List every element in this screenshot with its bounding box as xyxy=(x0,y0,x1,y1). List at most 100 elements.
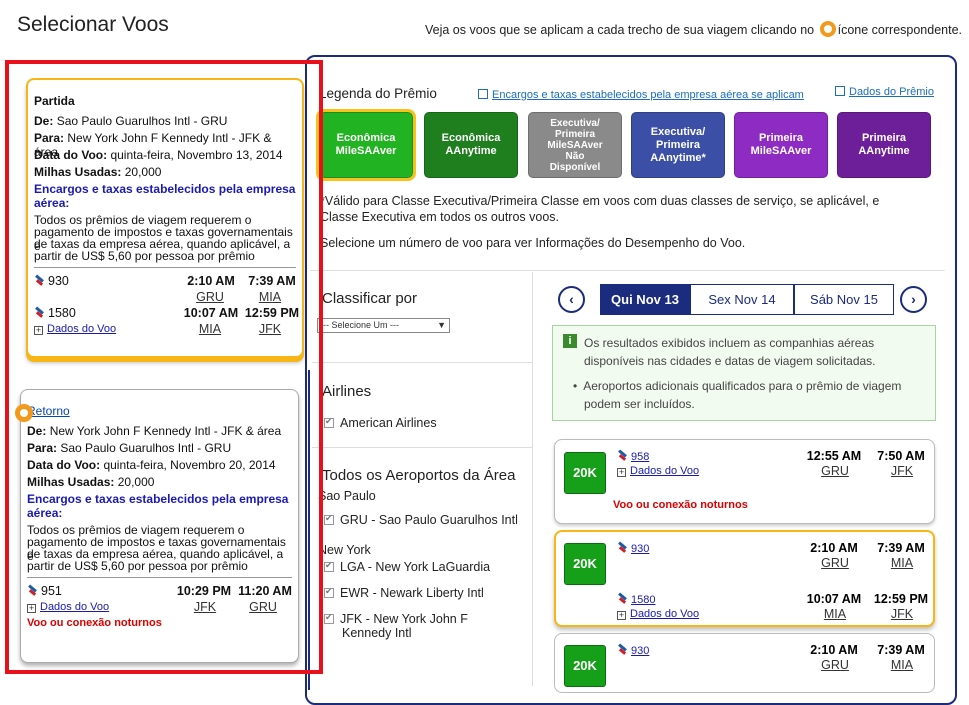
checkbox-icon[interactable] xyxy=(324,612,334,624)
retorno-data-label: Data do Voo: xyxy=(27,458,101,472)
airport-code-link[interactable]: MIA xyxy=(880,556,924,570)
airport-code-link[interactable]: GRU xyxy=(813,658,857,672)
award-economica-aanytime[interactable]: Econômica AAnytime xyxy=(424,112,518,178)
retorno-milhas-value: 20,000 xyxy=(117,475,155,489)
arrival-time: 7:50 AM xyxy=(877,449,925,463)
airport-code-link[interactable]: GRU xyxy=(243,600,283,614)
airport-code-link[interactable]: MIA xyxy=(250,290,290,304)
tab-day-nov13[interactable]: Qui Nov 13 xyxy=(600,284,690,315)
airport-code-link[interactable]: MIA xyxy=(813,607,857,621)
encargos-link[interactable]: Encargos e taxas estabelecidos pela empr… xyxy=(478,89,804,101)
airport-code-link[interactable]: MIA xyxy=(188,322,232,336)
partida-data-label: Data do Voo: xyxy=(34,148,108,162)
panel-divider xyxy=(308,370,310,690)
award-primeira-aanytime[interactable]: Primeira AAnytime xyxy=(837,112,931,178)
miles-select-button[interactable]: 20K xyxy=(564,543,606,585)
airline-filter-american[interactable]: American Airlines xyxy=(324,416,437,430)
divider xyxy=(27,577,292,578)
airport-code-link[interactable]: GRU xyxy=(813,556,857,570)
airport-code-link[interactable]: MIA xyxy=(880,658,924,672)
result-card[interactable]: 20K 930 2:10 AM 7:39 AM GRU MIA xyxy=(554,633,935,693)
flight-info-note: Selecione um número de voo para ver Info… xyxy=(320,236,746,250)
retorno-premios-4: partir de US$ 5,60 por pessoa por prêmio xyxy=(27,559,248,573)
partida-milhas-label: Milhas Usadas: xyxy=(34,165,122,179)
divider xyxy=(312,447,532,448)
refresh-icon[interactable] xyxy=(15,404,33,422)
flight-details-link[interactable]: Dados do Voo xyxy=(40,601,109,613)
flight-951[interactable]: 951 xyxy=(27,584,62,598)
page-hint: Veja os voos que se aplicam a cada trech… xyxy=(425,21,962,37)
departure-time: 10:07 AM xyxy=(183,306,239,320)
overnight-warning: Voo ou conexão noturnos xyxy=(613,499,748,511)
miles-select-button[interactable]: 20K xyxy=(564,645,606,687)
checkbox-icon[interactable] xyxy=(324,513,334,525)
retorno-card[interactable]: Retorno De: New York John F Kennedy Intl… xyxy=(15,389,299,663)
divider xyxy=(34,267,296,268)
checkbox-icon[interactable] xyxy=(324,416,334,428)
arrival-time: 7:39 AM xyxy=(248,274,296,288)
flight-1580[interactable]: 1580 xyxy=(34,306,76,320)
checkbox-icon[interactable] xyxy=(324,586,334,598)
flight-link[interactable]: 930 xyxy=(617,542,649,555)
flight-link[interactable]: 1580 xyxy=(617,593,655,606)
award-economica-milesaaver[interactable]: Econômica MileSAAver xyxy=(316,109,416,181)
flight-details[interactable]: + Dados do Voo xyxy=(617,465,699,477)
award-primeira-milesaaver[interactable]: Primeira MileSAAver xyxy=(734,112,828,178)
external-link-icon xyxy=(835,86,845,96)
flight-details[interactable]: + Dados do Voo xyxy=(617,608,699,620)
city-new-york: New York xyxy=(318,543,371,557)
dados-premio-link[interactable]: Dados do Prêmio xyxy=(835,86,934,98)
sort-select[interactable]: --- Selecione Um --- ▼ xyxy=(317,318,450,333)
departure-time: 2:10 AM xyxy=(810,541,858,555)
chevron-down-icon: ▼ xyxy=(437,320,446,330)
partida-encargos: Encargos e taxas estabelecidos pela empr… xyxy=(34,182,296,210)
partida-data-value: quinta-feira, Novembro 13, 2014 xyxy=(110,148,283,162)
airports-title: Todos os Aeroportos da Área xyxy=(322,467,516,484)
flight-details-link[interactable]: Dados do Voo xyxy=(47,323,116,335)
airport-filter-jfk[interactable]: JFK - New York John F xyxy=(324,612,468,626)
flight-930[interactable]: 930 xyxy=(34,274,69,288)
miles-select-button[interactable]: 20K xyxy=(564,452,606,494)
next-day-button[interactable]: › xyxy=(900,286,927,313)
partida-de-value: Sao Paulo Guarulhos Intl - GRU xyxy=(56,114,228,128)
airport-filter-lga[interactable]: LGA - New York LaGuardia xyxy=(324,560,490,574)
tab-day-nov15[interactable]: Sáb Nov 15 xyxy=(794,284,894,315)
hint-text-after: ícone correspondente. xyxy=(837,23,963,37)
result-card-selected[interactable]: 20K 930 2:10 AM 7:39 AM GRU MIA 1580 + Da… xyxy=(554,530,935,627)
retorno-para-label: Para: xyxy=(27,441,58,455)
bullet-icon: • xyxy=(573,379,578,393)
airport-code-link[interactable]: JFK xyxy=(880,464,924,478)
partida-heading: Partida xyxy=(34,94,75,108)
retorno-encargos: Encargos e taxas estabelecidos pela empr… xyxy=(27,492,289,520)
arrival-time: 12:59 PM xyxy=(244,306,300,320)
airport-code-link[interactable]: JFK xyxy=(880,607,924,621)
airport-filter-gru[interactable]: GRU - Sao Paulo Guarulhos Intl xyxy=(324,513,518,527)
expand-icon[interactable]: + xyxy=(617,611,626,620)
hint-text-before: Veja os voos que se aplicam a cada trech… xyxy=(425,23,815,37)
airport-code-link[interactable]: GRU xyxy=(188,290,232,304)
prev-day-button[interactable]: ‹ xyxy=(558,286,585,313)
retorno-heading-link[interactable]: Retorno xyxy=(27,404,70,418)
airport-code-link[interactable]: JFK xyxy=(183,600,227,614)
expand-icon[interactable]: + xyxy=(34,326,43,335)
divider xyxy=(310,270,945,271)
flight-link[interactable]: 930 xyxy=(617,644,649,657)
award-note-line-1: *Válido para Classe Executiva/Primeira C… xyxy=(320,194,880,208)
checkbox-icon[interactable] xyxy=(324,560,334,572)
airport-code-link[interactable]: JFK xyxy=(250,322,290,336)
result-card[interactable]: 20K 958 + Dados do Voo 12:55 AM 7:50 AM G… xyxy=(554,439,935,524)
expand-icon[interactable]: + xyxy=(617,468,626,477)
info-line-4: podem ser incluídos. xyxy=(584,397,695,411)
airline-logo-icon xyxy=(34,275,45,286)
expand-icon[interactable]: + xyxy=(27,604,36,613)
award-executiva-aanytime[interactable]: Executiva/Primeira AAnytime* xyxy=(631,112,725,178)
tab-day-nov14[interactable]: Sex Nov 14 xyxy=(690,284,794,315)
arrival-time: 7:39 AM xyxy=(877,541,925,555)
flight-link[interactable]: 958 xyxy=(617,450,649,463)
airport-filter-ewr[interactable]: EWR - Newark Liberty Intl xyxy=(324,586,484,600)
partida-card[interactable]: Partida De: Sao Paulo Guarulhos Intl - G… xyxy=(26,78,304,358)
airport-code-link[interactable]: GRU xyxy=(813,464,857,478)
retorno-para-value: Sao Paulo Guarulhos Intl - GRU xyxy=(60,441,232,455)
retorno-milhas-label: Milhas Usadas: xyxy=(27,475,115,489)
city-sao-paulo: Sao Paulo xyxy=(318,489,376,503)
